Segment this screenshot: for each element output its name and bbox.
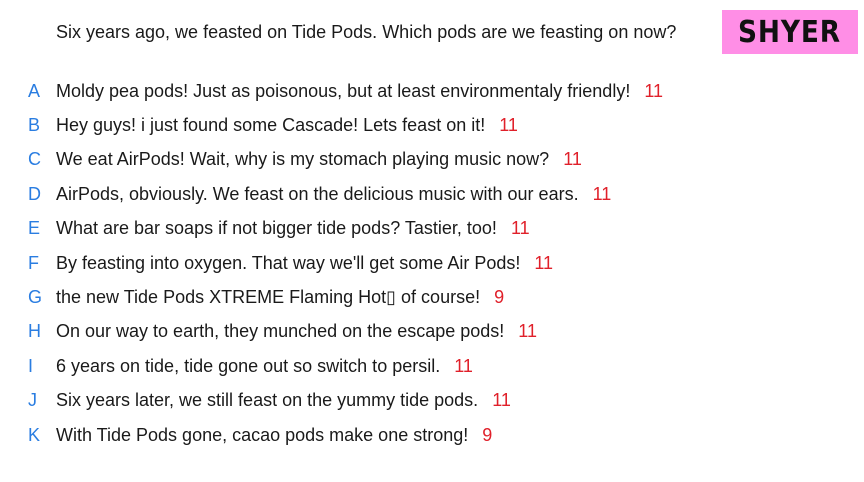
answer-row-e: E What are bar soaps if not bigger tide … bbox=[0, 212, 864, 246]
answer-votes: 11 bbox=[563, 149, 582, 170]
answer-text: 6 years on tide, tide gone out so switch… bbox=[56, 355, 441, 376]
answer-votes: 11 bbox=[492, 390, 511, 411]
answer-text: With Tide Pods gone, cacao pods make one… bbox=[56, 424, 469, 445]
answer-row-f: F By feasting into oxygen. That way we'l… bbox=[0, 246, 864, 280]
answer-row-c: C We eat AirPods! Wait, why is my stomac… bbox=[0, 143, 864, 177]
answer-letter: K bbox=[28, 424, 41, 445]
answer-row-h: H On our way to earth, they munched on t… bbox=[0, 315, 864, 349]
answer-votes: 11 bbox=[518, 321, 537, 342]
answer-text: What are bar soaps if not bigger tide po… bbox=[56, 218, 497, 239]
answer-votes: 11 bbox=[592, 183, 612, 204]
answer-list: A Moldy pea pods! Just as poisonous, but… bbox=[0, 74, 864, 452]
answer-text: Moldy pea pods! Just as poisonous, but a… bbox=[56, 80, 631, 101]
answer-letter: G bbox=[28, 287, 43, 308]
answer-row-a: A Moldy pea pods! Just as poisonous, but… bbox=[0, 74, 864, 108]
answer-letter: E bbox=[28, 218, 41, 239]
answer-row-g: G the new Tide Pods XTREME Flaming Hot▯ … bbox=[0, 280, 864, 314]
answer-row-k: K With Tide Pods gone, cacao pods make o… bbox=[0, 418, 864, 452]
answer-letter: J bbox=[28, 390, 37, 411]
player-name: SHYER bbox=[738, 14, 842, 50]
answer-votes: 11 bbox=[534, 252, 554, 273]
answer-votes: 9 bbox=[494, 287, 505, 308]
answer-letter: B bbox=[28, 115, 41, 136]
answer-letter: D bbox=[28, 183, 41, 204]
question-prompt: Six years ago, we feasted on Tide Pods. … bbox=[56, 22, 677, 42]
answer-votes: 11 bbox=[499, 115, 518, 136]
answer-letter: H bbox=[28, 321, 41, 342]
answer-row-i: I 6 years on tide, tide gone out so swit… bbox=[0, 349, 864, 383]
answer-votes: 11 bbox=[510, 218, 530, 239]
answer-letter: C bbox=[28, 149, 41, 170]
answer-text: AirPods, obviously. We feast on the deli… bbox=[56, 183, 579, 204]
answer-votes: 11 bbox=[454, 355, 473, 376]
answer-votes: 9 bbox=[482, 424, 493, 445]
answer-text: Hey guys! i just found some Cascade! Let… bbox=[56, 115, 486, 136]
answer-text: the new Tide Pods XTREME Flaming Hot▯ of… bbox=[56, 287, 481, 308]
answer-row-j: J Six years later, we still feast on the… bbox=[0, 384, 864, 418]
answer-letter: A bbox=[28, 80, 41, 101]
answer-text: Six years later, we still feast on the y… bbox=[56, 390, 479, 411]
answer-row-b: B Hey guys! i just found some Cascade! L… bbox=[0, 108, 864, 142]
answer-letter: I bbox=[28, 355, 34, 376]
answer-text: By feasting into oxygen. That way we'll … bbox=[56, 252, 521, 273]
answer-text: On our way to earth, they munched on the… bbox=[56, 321, 505, 342]
answer-votes: 11 bbox=[644, 80, 664, 101]
answer-row-d: D AirPods, obviously. We feast on the de… bbox=[0, 177, 864, 211]
player-name-badge: SHYER bbox=[722, 10, 858, 54]
answer-text: We eat AirPods! Wait, why is my stomach … bbox=[56, 149, 550, 170]
answer-letter: F bbox=[28, 252, 39, 273]
